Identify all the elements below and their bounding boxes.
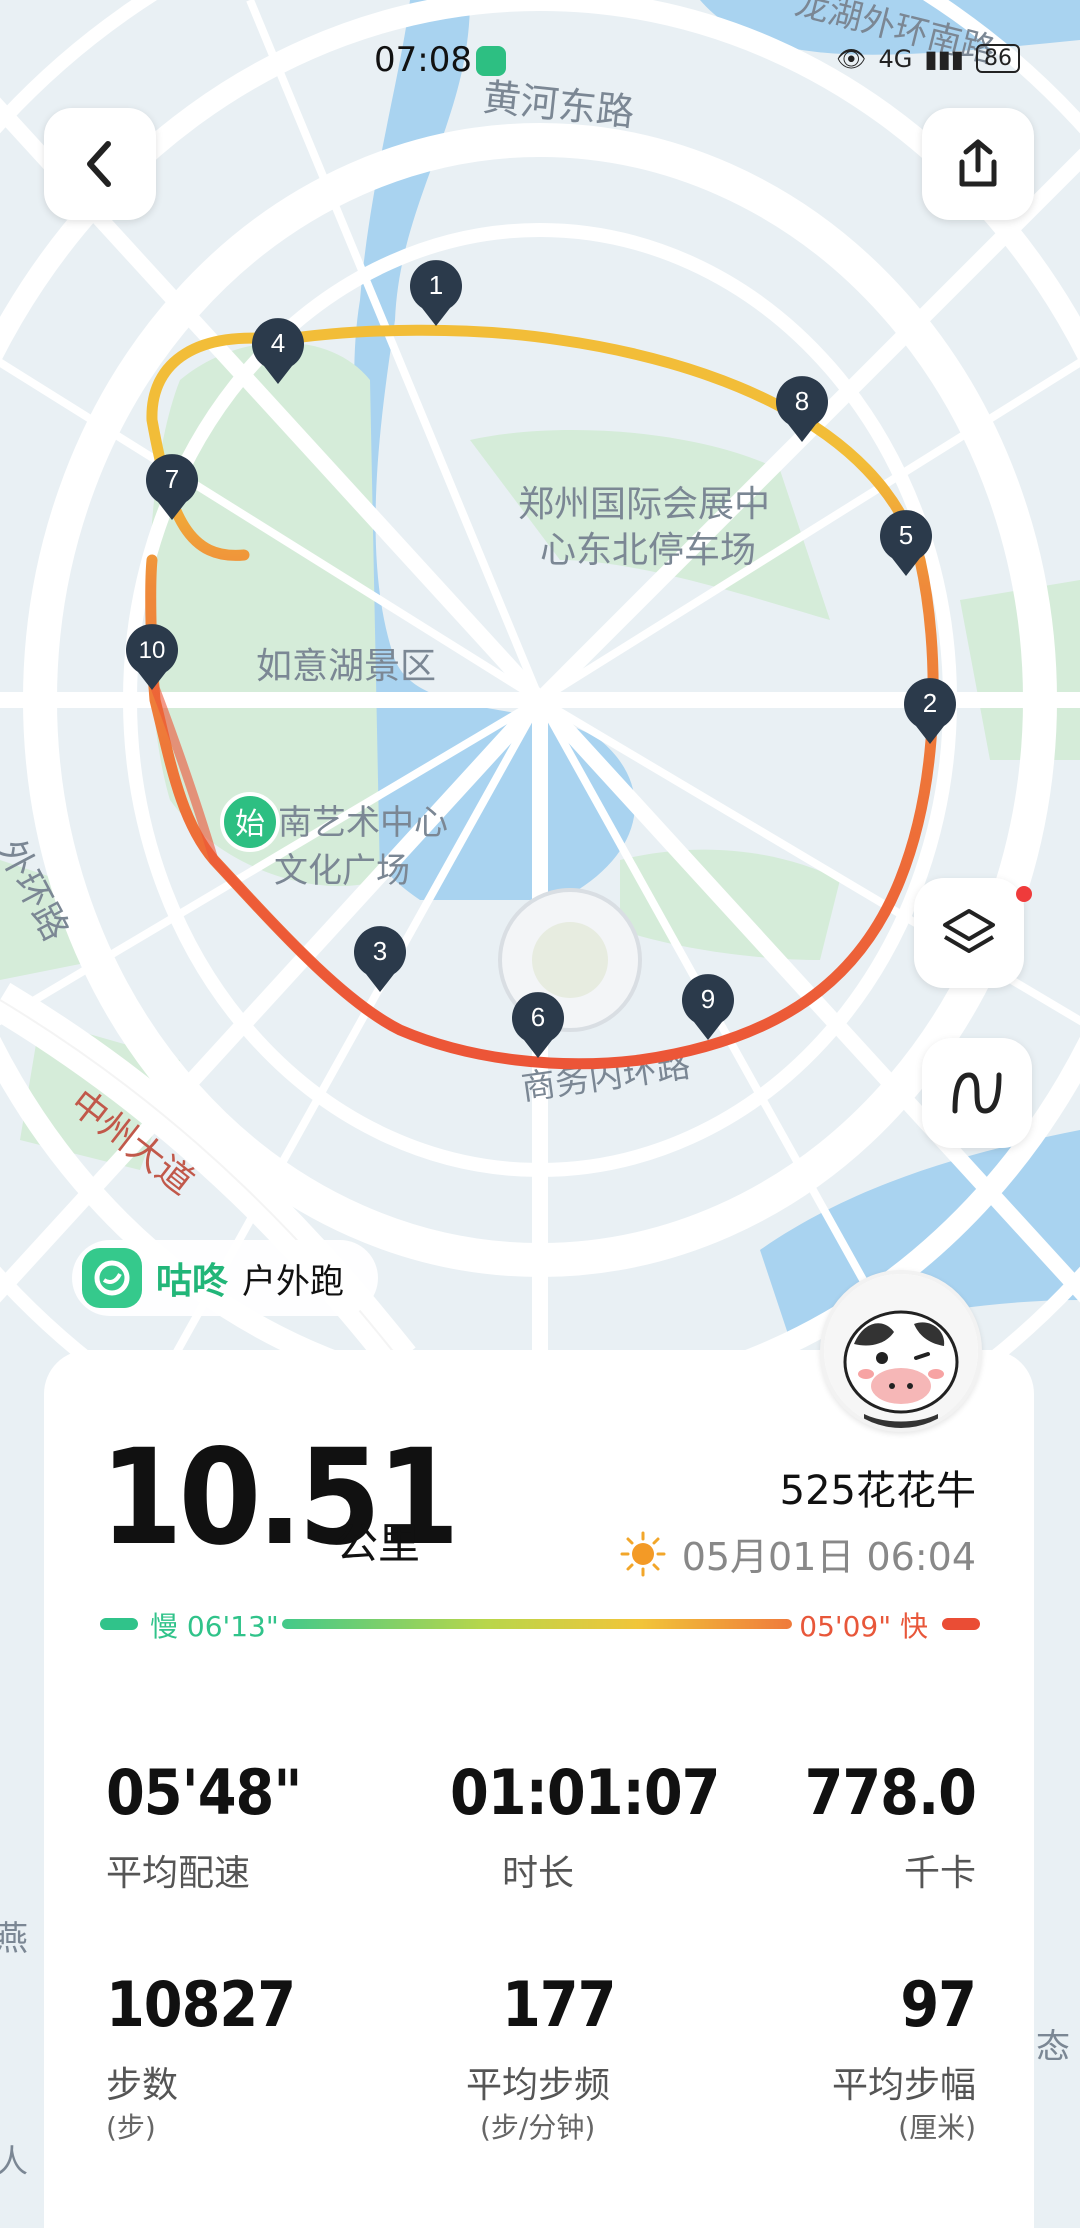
share-button[interactable]: [922, 108, 1034, 220]
km-marker-label: 6: [531, 1002, 545, 1032]
date-text: 05月01日 06:04: [681, 1535, 976, 1579]
route-icon: [952, 1072, 1002, 1114]
network-label: 4G: [878, 44, 913, 73]
map-label: 心东北停车场: [540, 529, 756, 570]
activity-date: 05月01日 06:04: [620, 1526, 976, 1581]
map-label: 如意湖景区: [256, 645, 436, 686]
app-notification-icon: [476, 46, 506, 76]
map-label: 态: [1036, 2028, 1070, 2066]
km-marker-label: 4: [271, 328, 285, 358]
stat-stride-value: 97: [900, 1968, 977, 2041]
pace-slow-label: 慢 06'13": [150, 1610, 279, 1643]
stat-stride-label: 平均步幅: [831, 2065, 976, 2106]
pace-slow-cap: [100, 1618, 138, 1630]
start-marker: 始: [220, 792, 280, 852]
sport-mode: 户外跑: [242, 1261, 345, 1302]
stat-duration-label: 时长: [502, 1853, 575, 1894]
layers-icon: [943, 909, 995, 953]
stat-avg-pace-value: 05'48": [106, 1756, 302, 1829]
stat-cadence-value: 177: [502, 1968, 616, 2041]
stat-cadence-unit: (步/分钟): [480, 2111, 596, 2144]
stat-cadence-label: 平均步频: [466, 2065, 611, 2106]
stat-duration-value: 01:01:07: [450, 1756, 720, 1829]
stat-calories-label: 千卡: [903, 1853, 976, 1894]
pace-fast-label: 05'09" 快: [799, 1610, 928, 1643]
brand-name: 咕咚: [156, 1261, 229, 1302]
avatar[interactable]: [820, 1270, 982, 1432]
status-time: 07:08: [374, 40, 472, 80]
share-icon: [959, 139, 997, 187]
eye-icon: 👁: [836, 44, 867, 73]
km-marker-label: 10: [139, 637, 166, 664]
map-label: 郑州国际会展中: [518, 483, 770, 524]
stat-steps-label: 步数: [106, 2065, 179, 2106]
stat-steps-value: 10827: [106, 1968, 296, 2041]
stat-avg-pace-label: 平均配速: [106, 1853, 251, 1894]
pace-fast-cap: [942, 1618, 980, 1630]
layers-button[interactable]: [914, 878, 1024, 988]
notification-dot: [1016, 886, 1032, 902]
battery-level: 86: [976, 44, 1020, 73]
sun-icon: [620, 1531, 666, 1576]
stat-steps-unit: (步): [106, 2111, 156, 2144]
distance-unit: 公里: [336, 1519, 421, 1568]
km-marker-label: 8: [795, 386, 809, 416]
stat-stride-unit: (厘米): [898, 2111, 976, 2144]
track-button[interactable]: [922, 1038, 1032, 1148]
back-button[interactable]: [44, 108, 156, 220]
pace-gradient-bar: [282, 1619, 792, 1629]
stat-calories-value: 778.0: [804, 1756, 977, 1829]
map-label: 燕: [0, 1920, 28, 1958]
km-marker-label: 7: [165, 464, 179, 494]
signal-icon: ▮▮▮: [924, 44, 964, 73]
km-marker-label: 3: [373, 936, 387, 966]
brand-badge: 咕咚 户外跑: [72, 1240, 379, 1316]
km-marker-label: 1: [429, 270, 443, 300]
chevron-left-icon: [87, 141, 111, 187]
map-label: 南艺术中心: [278, 804, 448, 842]
map-label: 文化广场: [274, 852, 410, 890]
svg-text:始: 始: [235, 808, 265, 841]
codoon-logo-icon: [82, 1248, 142, 1308]
km-marker-label: 2: [923, 688, 937, 718]
status-indicators: 👁 4G ▮▮▮ 86: [836, 44, 1020, 73]
map-label: 人: [0, 2143, 28, 2179]
username: 525花花牛: [779, 1468, 976, 1514]
km-marker-label: 9: [701, 984, 715, 1014]
km-marker-label: 5: [899, 520, 913, 550]
